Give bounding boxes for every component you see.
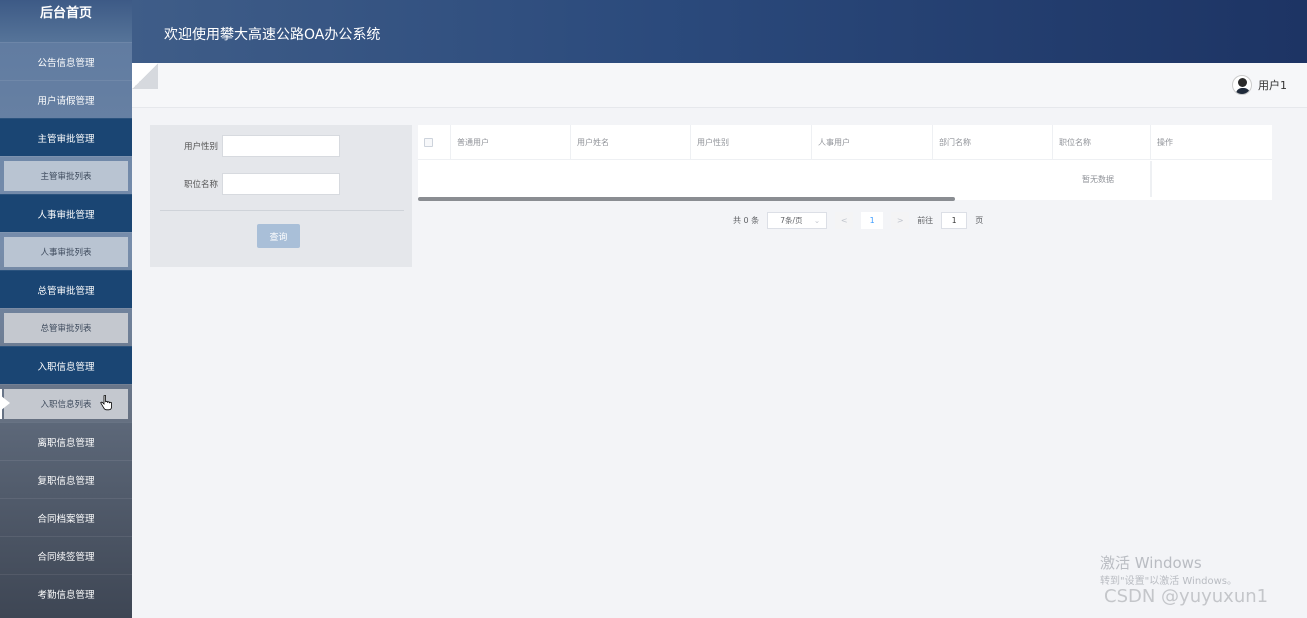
page-title: 欢迎使用攀大高速公路OA办公系统 xyxy=(164,27,381,43)
sidebar-item-contract-renewal[interactable]: 合同续签管理 xyxy=(0,536,132,574)
top-header: 欢迎使用攀大高速公路OA办公系统 xyxy=(132,0,1307,63)
csdn-watermark: CSDN @yuyuxun1 xyxy=(1104,586,1269,607)
sidebar-item-notice[interactable]: 公告信息管理 xyxy=(0,42,132,80)
position-label: 职位名称 xyxy=(183,180,218,190)
column-header[interactable]: 用户性别 xyxy=(691,125,812,160)
avatar xyxy=(1232,75,1252,95)
column-header[interactable]: 普通用户 xyxy=(451,125,571,160)
user-name: 用户1 xyxy=(1258,79,1287,92)
hand-cursor-icon xyxy=(100,395,112,411)
sidebar-subitem-hr-list[interactable]: 人事审批列表 xyxy=(0,232,132,270)
filter-row-position: 职位名称 xyxy=(150,173,340,195)
goto-page-input[interactable]: 1 xyxy=(941,212,968,229)
activate-windows-hint: 转到"设置"以激活 Windows。 xyxy=(1100,576,1238,587)
next-page-button[interactable]: > xyxy=(891,212,910,229)
sidebar-item-general-approval[interactable]: 总管审批管理 xyxy=(0,270,132,308)
column-header[interactable]: 部门名称 xyxy=(933,125,1053,160)
table-header: 普通用户 用户姓名 用户性别 人事用户 部门名称 职位名称 操作 xyxy=(418,125,1272,160)
activate-windows-watermark: 激活 Windows xyxy=(1100,554,1202,572)
sidebar-item-contract-archive[interactable]: 合同档案管理 xyxy=(0,498,132,536)
query-button[interactable]: 查询 xyxy=(257,224,300,248)
sidebar-subitem-label: 主管审批列表 xyxy=(4,160,128,191)
sidebar-item-hr-approval[interactable]: 人事审批管理 xyxy=(0,194,132,232)
sidebar-item-reinstatement[interactable]: 复职信息管理 xyxy=(0,460,132,498)
sidebar-item-supervisor-approval[interactable]: 主管审批管理 xyxy=(0,118,132,156)
prev-page-button[interactable]: < xyxy=(835,212,854,229)
empty-state-text: 暂无数据 xyxy=(1082,174,1114,184)
active-caret-icon xyxy=(0,395,10,411)
chevron-down-icon: ⌄ xyxy=(813,216,821,225)
subheader-bar: 用户1 xyxy=(132,63,1307,108)
collapse-toggle-icon[interactable] xyxy=(132,63,158,89)
column-header[interactable]: 职位名称 xyxy=(1053,125,1151,160)
sidebar-item-attendance[interactable]: 考勤信息管理 xyxy=(0,574,132,612)
total-count: 共 0 条 xyxy=(733,216,760,225)
sidebar-item-leave[interactable]: 用户请假管理 xyxy=(0,80,132,118)
select-all-cell xyxy=(418,125,451,160)
sidebar-subitem-supervisor-list[interactable]: 主管审批列表 xyxy=(0,156,132,194)
sidebar-subitem-label: 人事审批列表 xyxy=(4,236,128,267)
column-header[interactable]: 用户姓名 xyxy=(571,125,691,160)
page-size-select[interactable]: 7条/页 ⌄ xyxy=(767,212,828,229)
position-input[interactable] xyxy=(222,173,340,195)
page-size-value: 7条/页 xyxy=(780,216,803,225)
sidebar-logo[interactable]: 后台首页 xyxy=(0,0,132,42)
gender-label: 用户性别 xyxy=(183,142,218,152)
fixed-column-divider xyxy=(1150,161,1152,197)
sidebar-item-onboarding[interactable]: 入职信息管理 xyxy=(0,346,132,384)
data-table: 普通用户 用户姓名 用户性别 人事用户 部门名称 职位名称 操作 暂无数据 xyxy=(418,125,1272,201)
filter-divider xyxy=(160,210,404,211)
sidebar-subitem-onboarding-list[interactable]: 入职信息列表 xyxy=(0,384,132,422)
sidebar-item-resignation[interactable]: 离职信息管理 xyxy=(0,422,132,460)
page-number-current[interactable]: 1 xyxy=(861,212,884,229)
user-menu[interactable]: 用户1 xyxy=(1232,75,1287,95)
column-header-actions: 操作 xyxy=(1157,138,1173,147)
sidebar-subitem-general-list[interactable]: 总管审批列表 xyxy=(0,308,132,346)
select-all-checkbox[interactable] xyxy=(424,138,433,147)
filter-row-gender: 用户性别 xyxy=(150,135,340,157)
goto-label: 前往 xyxy=(917,216,934,225)
horizontal-scrollbar[interactable] xyxy=(418,197,955,201)
sidebar-subitem-label: 总管审批列表 xyxy=(4,312,128,343)
sidebar-menu: 公告信息管理 用户请假管理 主管审批管理 主管审批列表 人事审批管理 人事审批列… xyxy=(0,42,132,612)
column-header[interactable]: 人事用户 xyxy=(812,125,933,160)
gender-input[interactable] xyxy=(222,135,340,157)
sidebar: 后台首页 公告信息管理 用户请假管理 主管审批管理 主管审批列表 人事审批管理 … xyxy=(0,0,132,618)
search-panel: 用户性别 职位名称 查询 xyxy=(150,125,412,267)
pagination: 共 0 条 7条/页 ⌄ < 1 > 前往 1 页 xyxy=(733,212,983,229)
page-suffix: 页 xyxy=(975,216,984,225)
